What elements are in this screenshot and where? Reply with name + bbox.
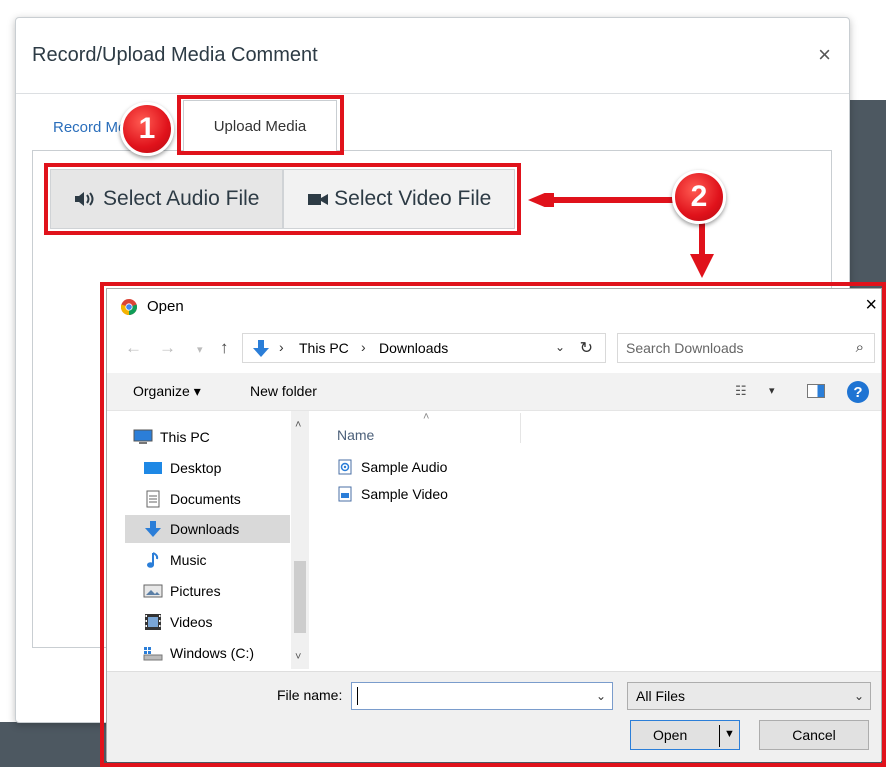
annotation-arrow-left — [528, 193, 678, 207]
highlight-box-upload-tab — [177, 95, 344, 155]
tab-record-media[interactable]: Record Media — [53, 119, 123, 136]
modal-title: Record/Upload Media Comment — [32, 44, 318, 66]
modal-close-icon[interactable]: × — [818, 44, 831, 66]
highlight-box-open-dialog — [100, 282, 886, 767]
step-1-badge: 1 — [120, 102, 174, 156]
annotation-arrow-down — [690, 222, 714, 278]
highlight-box-select-buttons — [44, 163, 521, 235]
modal-header: Record/Upload Media Comment × — [16, 18, 849, 94]
step-2-badge: 2 — [672, 170, 726, 224]
